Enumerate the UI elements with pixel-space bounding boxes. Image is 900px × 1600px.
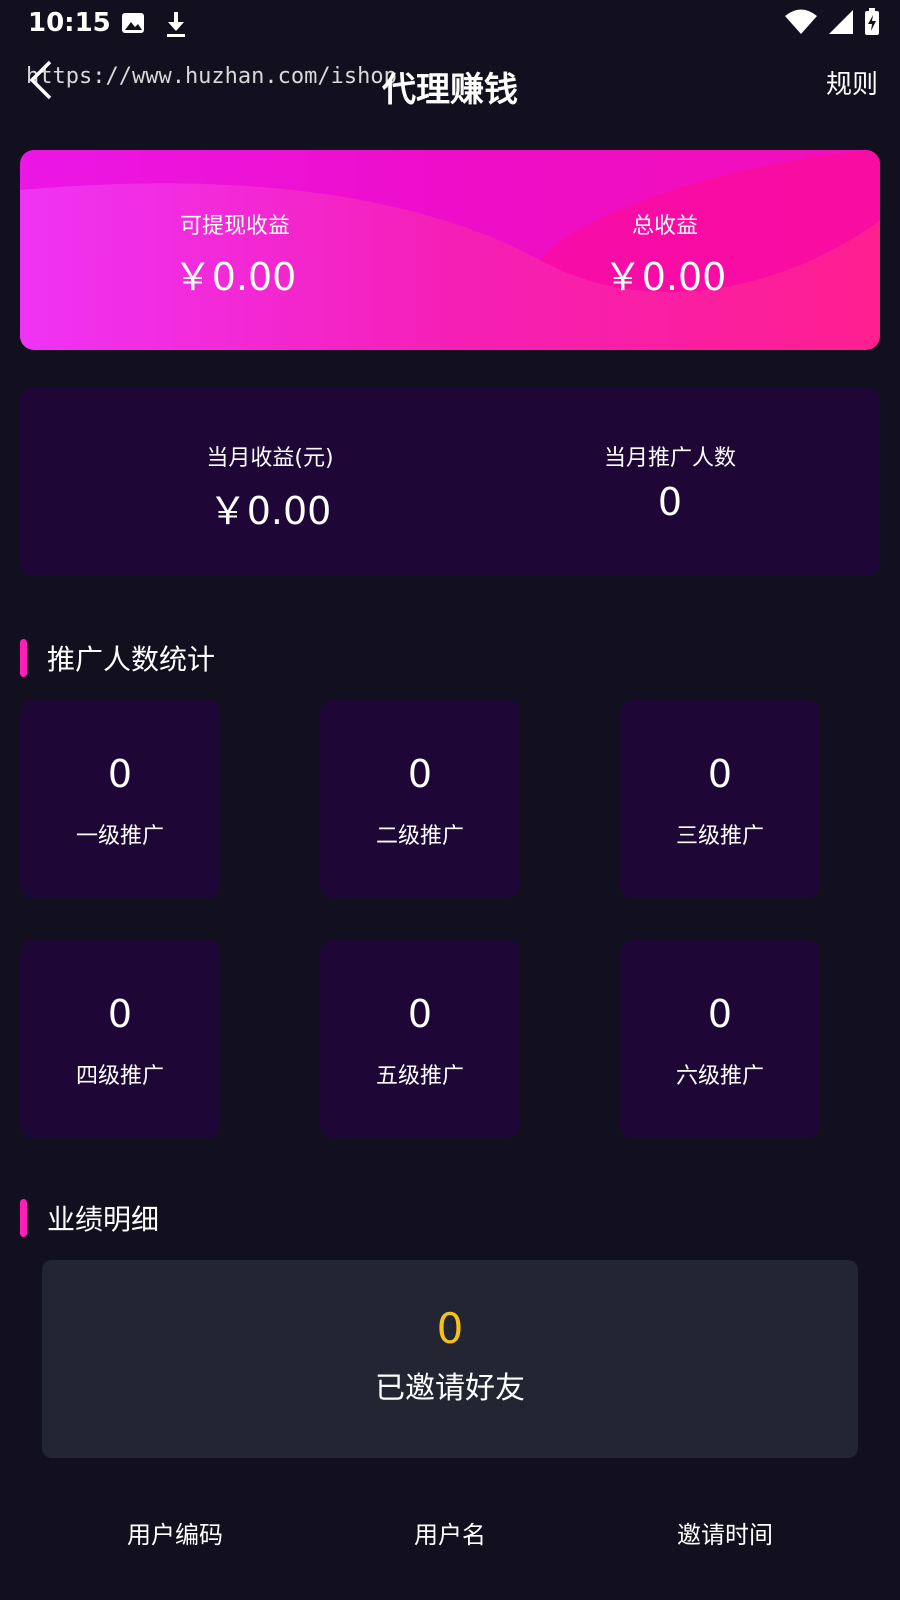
monthly-promoted-value: 0 xyxy=(657,480,683,524)
performance-title: 业绩明细 xyxy=(47,1203,160,1236)
promo-level-tile[interactable]: 0 三级推广 xyxy=(620,700,820,898)
column-username: 用户名 xyxy=(414,1521,486,1549)
page-title: 代理赚钱 xyxy=(382,70,518,110)
promo-level-count: 0 xyxy=(107,752,133,796)
promo-level-tile[interactable]: 0 五级推广 xyxy=(320,940,520,1138)
promo-level-count: 0 xyxy=(107,992,133,1036)
promo-level-count: 0 xyxy=(407,992,433,1036)
image-icon xyxy=(120,10,146,40)
battery-charging-icon xyxy=(864,8,880,40)
table-header: 用户编码 用户名 邀请时间 xyxy=(0,1515,900,1555)
promo-level-label: 二级推广 xyxy=(375,824,464,849)
monthly-income-value: ￥0.00 xyxy=(208,489,332,533)
monthly-promoted: 当月推广人数 0 xyxy=(472,440,868,524)
monthly-income: 当月收益(元) ￥0.00 xyxy=(72,440,468,535)
performance-header: 业绩明细 xyxy=(20,1198,159,1238)
promo-level-tile[interactable]: 0 六级推广 xyxy=(620,940,820,1138)
column-user-code: 用户编码 xyxy=(127,1521,223,1549)
promo-stats-header: 推广人数统计 xyxy=(20,638,215,678)
promo-level-tile[interactable]: 0 四级推广 xyxy=(20,940,220,1138)
rules-button[interactable]: 规则 xyxy=(826,64,878,101)
status-bar: 10:15 xyxy=(0,0,900,50)
section-accent-bar xyxy=(20,639,27,677)
withdrawable-label: 可提现收益 xyxy=(179,214,290,239)
monthly-card: 当月收益(元) ￥0.00 当月推广人数 0 xyxy=(20,388,880,576)
total-label: 总收益 xyxy=(631,214,698,239)
promo-stats-title: 推广人数统计 xyxy=(47,643,216,676)
invited-label: 已邀请好友 xyxy=(375,1371,525,1406)
total-value: ￥0.00 xyxy=(603,255,727,299)
promo-level-label: 六级推广 xyxy=(675,1064,764,1089)
top-bar: https://www.huzhan.com/ishop 代理赚钱 规则 xyxy=(0,54,900,114)
column-invite-time: 邀请时间 xyxy=(677,1521,773,1549)
signal-icon xyxy=(828,9,854,39)
earnings-card: 可提现收益 ￥0.00 总收益 ￥0.00 xyxy=(20,150,880,350)
invited-count: 0 xyxy=(436,1304,464,1353)
promo-level-label: 五级推广 xyxy=(375,1064,464,1089)
promo-level-count: 0 xyxy=(707,992,733,1036)
promo-level-label: 四级推广 xyxy=(75,1064,164,1089)
promo-level-label: 三级推广 xyxy=(675,824,764,849)
invited-friends-card: 0 已邀请好友 xyxy=(42,1260,858,1458)
status-right-icons xyxy=(784,8,880,40)
promo-level-tile[interactable]: 0 二级推广 xyxy=(320,700,520,898)
withdrawable-value: ￥0.00 xyxy=(173,255,297,299)
total-earnings: 总收益 ￥0.00 xyxy=(450,208,880,301)
download-icon xyxy=(164,10,188,42)
promo-level-count: 0 xyxy=(707,752,733,796)
section-accent-bar xyxy=(20,1199,27,1237)
withdrawable-earnings: 可提现收益 ￥0.00 xyxy=(20,208,450,301)
monthly-promoted-label: 当月推广人数 xyxy=(603,446,736,471)
promo-level-label: 一级推广 xyxy=(75,824,164,849)
promo-level-tile[interactable]: 0 一级推广 xyxy=(20,700,220,898)
monthly-income-label: 当月收益(元) xyxy=(206,446,334,471)
status-time: 10:15 xyxy=(28,8,111,38)
wifi-icon xyxy=(784,9,818,39)
promo-level-count: 0 xyxy=(407,752,433,796)
agent-earnings-page: 10:15 https://www.huzhan.com/ishop 代理赚钱 … xyxy=(0,0,900,1600)
